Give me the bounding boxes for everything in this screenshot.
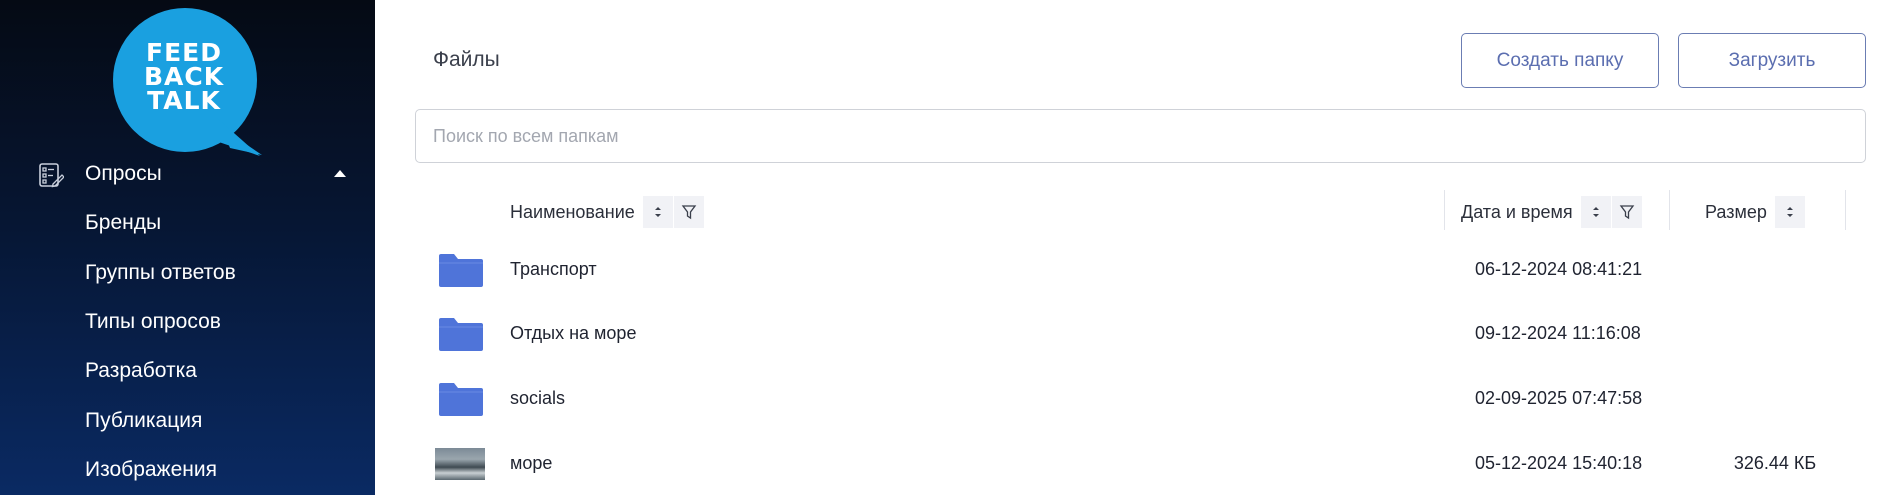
survey-list-icon bbox=[39, 163, 64, 188]
sidebar-item-images[interactable]: Изображения bbox=[0, 450, 375, 490]
table-row[interactable]: Отдых на море 09-12-2024 11:16:08 bbox=[375, 302, 1901, 366]
file-date: 06-12-2024 08:41:21 bbox=[1475, 259, 1643, 279]
file-name[interactable]: socials bbox=[510, 388, 565, 409]
column-divider bbox=[1669, 190, 1670, 230]
column-header-size: Размер bbox=[1705, 193, 1805, 231]
sidebar-item-label: Типы опросов bbox=[85, 310, 221, 333]
create-folder-button[interactable]: Создать папку bbox=[1461, 33, 1659, 88]
file-name[interactable]: Отдых на море bbox=[510, 323, 636, 344]
image-thumbnail[interactable] bbox=[435, 448, 485, 480]
sidebar-item-publication[interactable]: Публикация bbox=[0, 401, 375, 441]
table-row[interactable]: socials 02-09-2025 07:47:58 bbox=[375, 367, 1901, 431]
filter-icon[interactable] bbox=[673, 196, 704, 228]
sort-icon[interactable] bbox=[1774, 196, 1805, 228]
sidebar-item-answer-groups[interactable]: Группы ответов bbox=[0, 253, 375, 293]
sidebar-item-label: Бренды bbox=[85, 211, 162, 234]
folder-icon bbox=[439, 318, 483, 351]
folder-icon bbox=[439, 383, 483, 416]
column-divider bbox=[1845, 190, 1846, 230]
page-title: Файлы bbox=[433, 48, 500, 71]
file-name[interactable]: Транспорт bbox=[510, 259, 597, 280]
sort-icon[interactable] bbox=[642, 196, 673, 228]
column-header-label: Наименование bbox=[510, 201, 635, 222]
file-date: 05-12-2024 15:40:18 bbox=[1475, 453, 1643, 473]
sidebar: FEED BACK TALK Опросы Бренды Группы отве… bbox=[0, 0, 375, 495]
sort-icon[interactable] bbox=[1580, 196, 1611, 228]
sidebar-item-development[interactable]: Разработка bbox=[0, 351, 375, 391]
column-header-label: Размер bbox=[1705, 201, 1767, 222]
filter-icon[interactable] bbox=[1611, 196, 1642, 228]
column-header-label: Дата и время bbox=[1461, 201, 1573, 222]
sidebar-item-brands[interactable]: Бренды bbox=[0, 203, 375, 243]
sidebar-item-label: Группы ответов bbox=[85, 261, 236, 284]
table-row[interactable]: Транспорт 06-12-2024 08:41:21 bbox=[375, 238, 1901, 302]
column-header-name: Наименование bbox=[510, 193, 704, 231]
sidebar-item-label: Изображения bbox=[85, 458, 217, 481]
search-input[interactable] bbox=[415, 109, 1866, 163]
file-size: 326.44 КБ bbox=[1733, 453, 1817, 473]
column-divider bbox=[1444, 190, 1445, 230]
logo-text: FEED BACK TALK bbox=[143, 38, 225, 115]
upload-button[interactable]: Загрузить bbox=[1678, 33, 1866, 88]
sidebar-item-survey-types[interactable]: Типы опросов bbox=[0, 302, 375, 342]
column-header-date: Дата и время bbox=[1461, 193, 1642, 231]
table-row[interactable]: море 05-12-2024 15:40:18 326.44 КБ bbox=[375, 432, 1901, 495]
caret-up-icon[interactable] bbox=[333, 168, 347, 178]
sidebar-item-label: Опросы bbox=[85, 162, 162, 185]
sidebar-item-label: Разработка bbox=[85, 359, 197, 382]
sidebar-item-label: Публикация bbox=[85, 409, 203, 432]
file-date: 09-12-2024 11:16:08 bbox=[1475, 323, 1641, 343]
feedbacktalk-logo[interactable]: FEED BACK TALK bbox=[112, 8, 262, 158]
sidebar-item-surveys[interactable]: Опросы bbox=[0, 154, 375, 194]
file-date: 02-09-2025 07:47:58 bbox=[1475, 388, 1643, 408]
file-name[interactable]: море bbox=[510, 453, 552, 474]
main-content: Файлы Создать папку Загрузить Наименован… bbox=[375, 0, 1901, 495]
folder-icon bbox=[439, 254, 483, 287]
